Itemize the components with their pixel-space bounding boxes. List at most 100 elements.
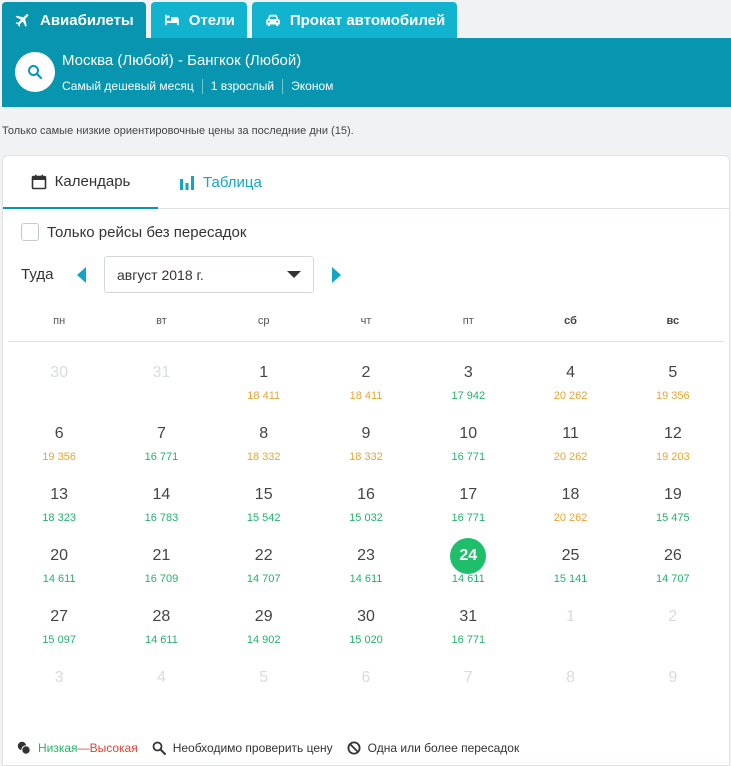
tab-hotels[interactable]: Отели [150,2,247,38]
calendar-day[interactable]: 30 15 020 [315,601,417,662]
day-price: 15 097 [42,634,76,646]
price-note: Только самые низкие ориентировочные цены… [2,125,354,137]
bar-chart-icon [180,175,194,190]
tab-table[interactable]: Таблица [179,156,262,209]
calendar-day[interactable]: 11 20 262 [519,418,621,479]
calendar-day: 2 [622,601,724,662]
no-entry-icon [347,741,361,755]
chevron-down-icon [287,271,301,278]
day-price: 14 902 [246,634,281,646]
tab-car-rental[interactable]: Прокат автомобилей [251,2,458,38]
day-price: 18 323 [42,512,76,524]
calendar-day[interactable]: 22 14 707 [213,540,315,601]
day-number: 22 [254,547,273,564]
day-number: 31 [459,608,478,625]
calendar-day[interactable]: 4 20 262 [519,357,621,418]
legend-price-range: Низкая — Высокая [17,741,138,755]
weekday-sun: вс [666,315,680,327]
calendar-day: 4 [110,662,212,723]
calendar-day[interactable]: 9 18 332 [315,418,417,479]
calendar-day[interactable]: 14 16 783 [110,479,212,540]
view-tabs: Календарь Таблица [3,156,729,209]
calendar-day[interactable]: 31 16 771 [417,601,519,662]
day-number: 13 [50,486,69,503]
calendar-day[interactable]: 25 15 141 [519,540,621,601]
day-price: 16 771 [451,512,486,524]
plane-icon [15,14,29,27]
day-price: 17 942 [451,390,486,402]
direct-only-filter[interactable]: Только рейсы без пересадок [21,223,246,241]
day-number: 18 [561,486,580,503]
calendar-day[interactable]: 16 15 032 [315,479,417,540]
day-price: 16 783 [144,512,179,524]
calendar-day[interactable]: 17 16 771 [417,479,519,540]
route-title[interactable]: Москва (Любой) - Бангкок (Любой) [62,52,301,69]
tab-label: Отели [188,11,235,29]
price-tag-icon [17,741,31,755]
day-number: 1 [259,364,269,381]
product-tabs: Авиабилеты Отели Прокат автомобилей [2,2,458,38]
calendar-grid: 30 31 1 18 411 2 18 411 3 17 942 4 20 262 5 19 356 6… [8,357,724,723]
calendar-day-selected[interactable]: 24 14 611 [417,538,519,601]
weekday-tue: вт [156,315,167,327]
direction-label: Туда [21,266,54,283]
day-number: 27 [50,608,69,625]
next-month-button[interactable] [332,266,341,283]
day-number: 5 [259,669,269,686]
param-passengers[interactable]: 1 взрослый [201,79,282,94]
day-number: 26 [663,547,682,564]
direct-only-checkbox[interactable] [21,223,39,241]
calendar-day: 30 [8,357,110,418]
search-icon [28,65,43,80]
tab-calendar-label: Календарь [54,173,131,190]
day-number: 8 [259,425,269,442]
day-number: 30 [50,364,69,381]
calendar-day[interactable]: 26 14 707 [622,540,724,601]
calendar-day[interactable]: 8 18 332 [213,418,315,479]
calendar-day: 9 [622,662,724,723]
calendar-day[interactable]: 27 15 097 [8,601,110,662]
tab-flights[interactable]: Авиабилеты [2,2,146,38]
day-number: 17 [459,486,478,503]
weekday-mon: пн [53,315,66,327]
day-price: 14 611 [145,634,178,646]
calendar-day[interactable]: 13 18 323 [8,479,110,540]
day-price: 14 707 [656,573,690,585]
calendar-day[interactable]: 18 20 262 [519,479,621,540]
weekday-fri: пт [462,315,474,327]
legend-stops-label: Одна или более пересадок [367,741,520,755]
prev-month-button[interactable] [77,266,86,283]
calendar-day[interactable]: 23 14 611 [315,540,417,601]
calendar-day[interactable]: 1 18 411 [213,357,315,418]
calendar-day[interactable]: 29 14 902 [213,601,315,662]
tab-calendar[interactable]: Календарь [3,156,158,209]
calendar-day[interactable]: 20 14 611 [8,540,110,601]
calendar-day[interactable]: 15 15 542 [213,479,315,540]
day-number: 23 [357,547,375,564]
calendar-day[interactable]: 6 19 356 [8,418,110,479]
calendar-day[interactable]: 21 16 709 [110,540,212,601]
param-class[interactable]: Эконом [282,79,341,94]
day-number: 8 [566,669,576,686]
calendar-day[interactable]: 19 15 475 [622,479,724,540]
search-button[interactable] [15,52,55,92]
calendar-day: 8 [519,662,621,723]
day-number: 6 [54,425,64,442]
calendar-day[interactable]: 2 18 411 [315,357,417,418]
legend: Низкая — Высокая Необходимо проверить цену… [17,741,533,755]
month-dropdown[interactable]: август 2018 г. [104,256,314,293]
search-summary: Москва (Любой) - Бангкок (Любой) Самый д… [2,38,731,107]
param-period[interactable]: Самый дешевый месяц [62,79,202,94]
calendar-day[interactable]: 28 14 611 [110,601,212,662]
day-price: 15 020 [349,634,383,646]
day-price: 18 411 [349,390,383,402]
calendar-day[interactable]: 10 16 771 [417,418,519,479]
calendar-day[interactable]: 7 16 771 [110,418,212,479]
car-icon [266,14,280,26]
day-price: 19 203 [656,451,690,463]
calendar-day[interactable]: 5 19 356 [622,357,724,418]
day-number: 12 [663,425,682,442]
day-number: 29 [254,608,273,625]
calendar-day[interactable]: 12 19 203 [622,418,724,479]
calendar-day[interactable]: 3 17 942 [417,357,519,418]
